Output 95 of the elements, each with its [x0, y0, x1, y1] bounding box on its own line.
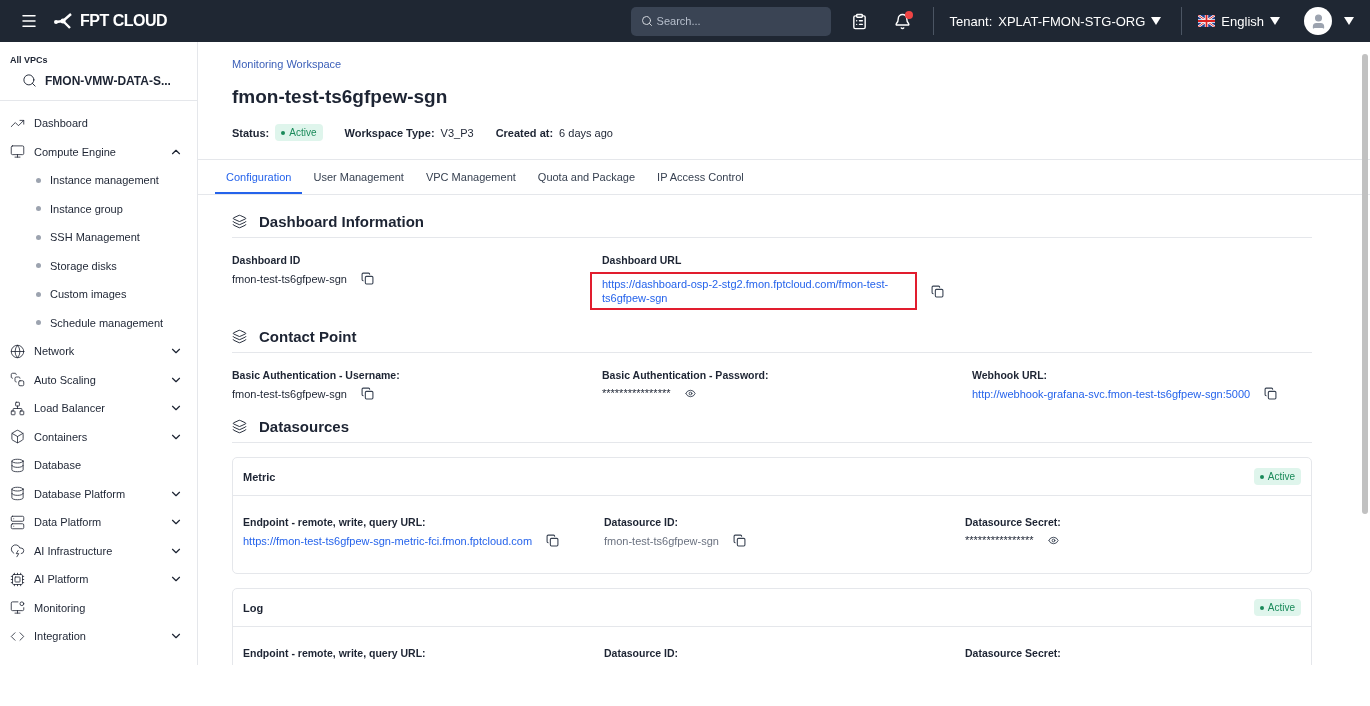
server-icon [10, 514, 25, 530]
nav-item[interactable]: Monitoring [0, 593, 197, 622]
search-field[interactable]: Search... [630, 6, 831, 36]
masked-secret: **************** [965, 534, 1034, 546]
field-label: Basic Authentication - Username: [232, 369, 401, 381]
globe-icon [10, 343, 25, 359]
tenant-selector[interactable]: Tenant: XPLAT-FMON-STG-ORG [949, 13, 1162, 29]
nav-subitem[interactable]: SSH Management [0, 223, 197, 252]
field-label: Datasource ID: [604, 647, 680, 659]
tab[interactable]: VPC Management [414, 161, 527, 194]
nav-item[interactable]: Integration [0, 622, 197, 651]
vpc-label: All VPCs [9, 54, 49, 65]
flag-icon [1198, 15, 1216, 27]
nav-item[interactable]: AI Platform [0, 565, 197, 594]
nav-subitem[interactable]: Schedule management [0, 308, 197, 337]
copy-icon[interactable] [931, 284, 944, 298]
copy-icon[interactable] [360, 387, 374, 400]
copy-icon[interactable] [732, 534, 746, 547]
breadcrumb-link[interactable]: Monitoring Workspace [232, 58, 342, 70]
dashboard-url-link[interactable]: https://dashboard-osp-2-stg2.fmon.fptcloud.com/fmon-test-ts6gfpew-sgn [590, 272, 917, 310]
card-title: Log [243, 601, 264, 614]
tab[interactable]: User Management [302, 161, 415, 194]
field-label: Dashboard URL [602, 254, 683, 266]
url-link[interactable]: https://fmon-test-ts6gfpew-sgn-metric-fci.fmon.fptcloud.com [243, 534, 533, 547]
nav-item[interactable]: Containers [0, 422, 197, 451]
search-icon[interactable] [22, 73, 37, 88]
caret-icon [1270, 17, 1280, 25]
nav-item[interactable]: Network [0, 337, 197, 366]
status-badge: Active [1253, 599, 1301, 616]
section-title: Contact Point [259, 328, 357, 345]
scrollbar[interactable] [1362, 54, 1368, 514]
stack-icon [10, 372, 25, 388]
logo-icon [54, 12, 74, 30]
card-title: Metric [243, 470, 276, 483]
caret-icon [1151, 17, 1162, 25]
nav-subitem[interactable]: Storage disks [0, 251, 197, 280]
eye-icon[interactable] [684, 387, 696, 399]
layers-icon [232, 419, 247, 434]
avatar-icon[interactable] [1304, 7, 1332, 35]
field-value: fmon-test-ts6gfpew-sgn [232, 387, 347, 400]
monitor-icon [10, 600, 25, 616]
nav-subitem[interactable]: Custom images [0, 280, 197, 309]
field-label: Datasource Secret: [965, 647, 1062, 659]
field-label: Webhook URL: [972, 369, 1049, 381]
nav-item[interactable]: Compute Engine [0, 137, 197, 166]
section-title: Datasources [259, 418, 350, 435]
nav-item[interactable]: Data Platform [0, 508, 197, 537]
meta-label: Workspace Type: [344, 126, 435, 139]
field-label: Endpoint - remote, write, query URL: [243, 647, 427, 659]
field-label: Dashboard ID [232, 254, 302, 266]
page-title: fmon-test-ts6gfpew-sgn [232, 86, 449, 108]
database-icon [10, 457, 25, 473]
copy-icon[interactable] [1264, 387, 1278, 400]
tab[interactable]: Configuration [215, 161, 303, 194]
search-icon [640, 14, 653, 27]
tab[interactable]: IP Access Control [646, 161, 755, 194]
nav-item[interactable]: Auto Scaling [0, 365, 197, 394]
language-selector[interactable]: English [1198, 13, 1280, 29]
cloud-icon [10, 543, 25, 559]
box-icon [10, 429, 25, 445]
meta-label: Created at: [495, 126, 554, 139]
field-label: Basic Authentication - Password: [602, 369, 770, 381]
masked-secret: **************** [602, 387, 671, 399]
section-title: Dashboard Information [259, 213, 424, 230]
nav-item[interactable]: Load Balancer [0, 394, 197, 423]
nav-item[interactable]: Dashboard [0, 109, 197, 138]
caret-icon [1344, 17, 1354, 25]
url-link[interactable]: http://webhook-grafana-svc.fmon-test-ts6gfpew-sgn:5000 [972, 387, 1251, 400]
nav-item[interactable]: AI Infrastructure [0, 536, 197, 565]
copy-icon[interactable] [360, 272, 374, 285]
field-label: Datasource Secret: [965, 516, 1062, 528]
field-value: fmon-test-ts6gfpew-sgn [232, 272, 347, 285]
monitor-icon [10, 144, 25, 160]
logo-text: FPT CLOUD [80, 12, 168, 30]
layers-icon [232, 329, 247, 344]
field-value: fmon-test-ts6gfpew-sgn [604, 534, 719, 547]
nav-subitem[interactable]: Instance group [0, 194, 197, 223]
meta-label: Status: [232, 126, 270, 139]
meta-value: V3_P3 [440, 126, 474, 139]
copy-icon[interactable] [546, 534, 560, 547]
status-badge: Active [1253, 468, 1301, 485]
nav-item[interactable]: Database [0, 451, 197, 480]
network-icon [10, 400, 25, 416]
nav-subitem[interactable]: Instance management [0, 166, 197, 195]
database-icon [10, 486, 25, 502]
field-label: Endpoint - remote, write, query URL: [243, 516, 427, 528]
chip-icon [10, 571, 25, 587]
nav-item[interactable]: Database Platform [0, 479, 197, 508]
layers-icon [232, 214, 247, 229]
vpc-selector[interactable]: FMON-VMW-DATA-S... [45, 73, 171, 88]
meta-value: 6 days ago [559, 126, 613, 139]
status-badge: Active [275, 124, 323, 141]
tab[interactable]: Quota and Package [526, 161, 647, 194]
field-label: Datasource ID: [604, 516, 680, 528]
eye-icon[interactable] [1047, 534, 1059, 546]
